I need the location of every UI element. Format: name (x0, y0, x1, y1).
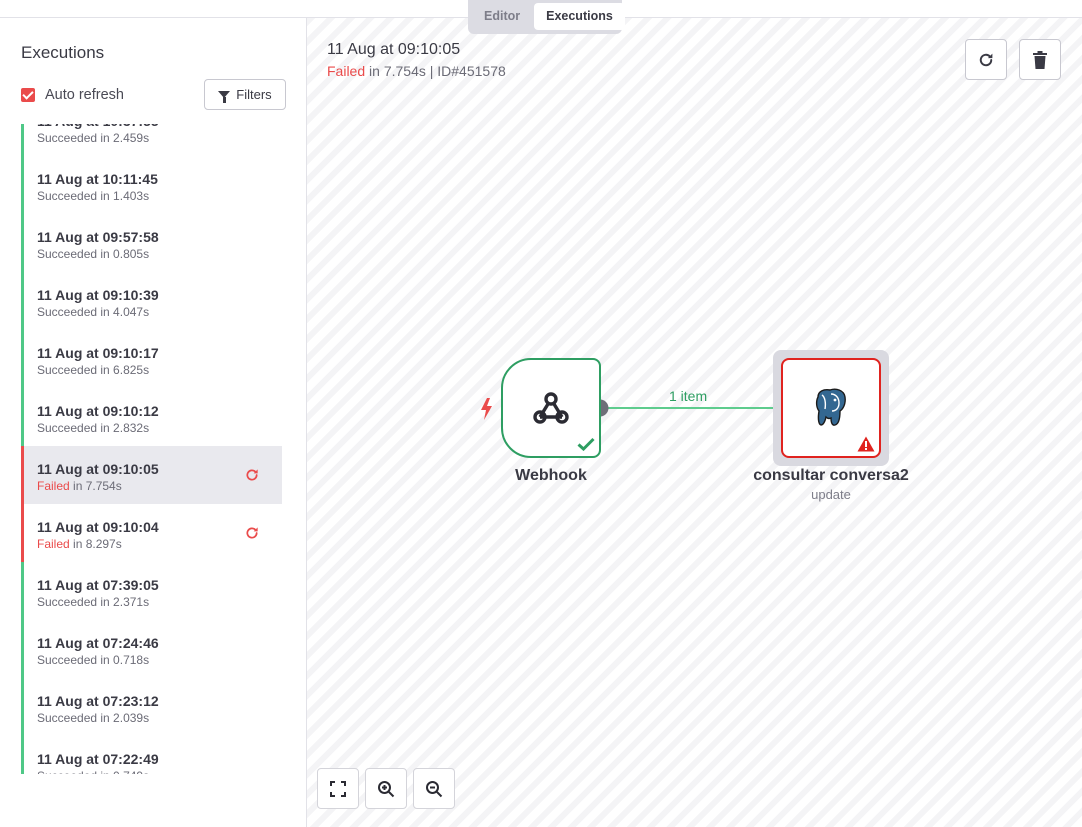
execution-list-item[interactable]: 11 Aug at 09:10:17 Succeeded in 6.825s (21, 330, 282, 388)
warning-triangle-icon (857, 436, 875, 452)
execution-item-date: 11 Aug at 09:57:58 (37, 229, 159, 245)
tab-executions[interactable]: Executions (534, 3, 625, 30)
execution-item-duration: in 2.832s (97, 421, 150, 435)
execution-item-duration: in 6.825s (97, 363, 150, 377)
execution-item-status-word: Succeeded (37, 363, 98, 377)
execution-list-item[interactable]: 11 Aug at 07:22:49Succeeded in 0.749s (21, 736, 282, 774)
execution-item-status-word: Failed (37, 537, 70, 551)
zoom-out-icon (426, 780, 443, 797)
execution-item-status-word: Succeeded (37, 305, 98, 319)
auto-refresh-label: Auto refresh (45, 87, 124, 103)
execution-item-date: 11 Aug at 07:39:05 (37, 577, 159, 593)
execution-item-status: Succeeded in 1.403s (37, 188, 282, 204)
execution-item-duration: in 4.047s (97, 305, 150, 319)
execution-item-status: Succeeded in 2.039s (37, 710, 282, 726)
tab-editor[interactable]: Editor (472, 3, 532, 30)
execution-list-item[interactable]: 11 Aug at 10:11:45 Succeeded in 1.403s (21, 156, 282, 214)
execution-item-status: Succeeded in 2.459s (37, 130, 282, 146)
postgres-node-label: consultar conversa2 (753, 467, 909, 484)
execution-list-item[interactable]: 11 Aug at 07:23:12 Succeeded in 2.039s (21, 678, 282, 736)
success-check-icon (577, 437, 595, 451)
execution-list-item[interactable]: 11 Aug at 10:37:55Succeeded in 2.459s (21, 124, 282, 156)
connection-layer (481, 398, 889, 420)
execution-item-date: 11 Aug at 10:11:45 (37, 171, 158, 187)
execution-item-status: Succeeded in 0.718s (37, 652, 282, 668)
execution-item-duration: in 8.297s (69, 537, 122, 551)
execution-list-item[interactable]: 11 Aug at 09:10:05 Failed in 7.754s (21, 446, 282, 504)
view-tab-switch: Editor Executions (468, 0, 625, 34)
postgres-node[interactable] (781, 358, 881, 458)
execution-item-status-word: Succeeded (37, 711, 98, 725)
webhook-node-label: Webhook (515, 467, 587, 484)
execution-item-status: Succeeded in 0.749s (37, 768, 282, 774)
execution-list-item[interactable]: 11 Aug at 09:10:04 Failed in 8.297s (21, 504, 282, 562)
execution-item-status: Succeeded in 6.825s (37, 362, 282, 378)
auto-refresh-checkbox[interactable] (21, 88, 35, 102)
execution-item-date: 11 Aug at 07:24:46 (37, 635, 159, 651)
execution-list[interactable]: 11 Aug at 10:37:55Succeeded in 2.459s 11 … (0, 124, 307, 774)
execution-item-status: Succeeded in 2.832s (37, 420, 282, 436)
execution-item-duration: in 2.371s (97, 595, 150, 609)
execution-item-date: 11 Aug at 07:23:12 (37, 693, 159, 709)
retry-icon[interactable] (244, 467, 260, 483)
execution-item-status-word: Succeeded (37, 189, 98, 203)
zoom-in-button[interactable] (365, 768, 407, 809)
execution-item-duration: in 1.403s (97, 189, 150, 203)
execution-list-item[interactable]: 11 Aug at 09:10:39 Succeeded in 4.047s (21, 272, 282, 330)
sidebar-title: Executions (21, 43, 105, 62)
execution-item-duration: in 0.805s (97, 247, 150, 261)
auto-refresh-toggle[interactable]: Auto refresh (21, 87, 124, 103)
execution-list-item[interactable]: 11 Aug at 07:39:05 Succeeded in 2.371s (21, 562, 282, 620)
execution-item-date: 11 Aug at 09:10:39 (37, 287, 159, 303)
execution-item-duration: in 0.718s (97, 653, 150, 667)
filters-label: Filters (236, 87, 272, 102)
workflow-canvas[interactable]: 11 Aug at 09:10:05 Failed in 7.754s | ID… (307, 18, 1082, 827)
webhook-node[interactable] (501, 358, 601, 458)
postgres-node-subtitle: update (811, 487, 851, 502)
executions-sidebar: Executions Auto refresh Filters 11 Aug a… (0, 18, 307, 827)
execution-item-duration: in 7.754s (69, 479, 122, 493)
execution-item-duration: in 2.039s (97, 711, 150, 725)
execution-item-date: 11 Aug at 09:10:12 (37, 403, 159, 419)
fit-view-icon (330, 780, 346, 797)
execution-item-status-word: Succeeded (37, 595, 98, 609)
zoom-to-fit-button[interactable] (317, 768, 359, 809)
execution-item-status-word: Succeeded (37, 131, 98, 145)
execution-item-date: 11 Aug at 07:22:49 (37, 751, 159, 767)
connection-item-count: 1 item (669, 388, 708, 404)
filters-button[interactable]: Filters (204, 79, 286, 110)
execution-item-status: Succeeded in 0.805s (37, 246, 282, 262)
execution-list-item[interactable]: 11 Aug at 07:24:46 Succeeded in 0.718s (21, 620, 282, 678)
execution-item-status: Succeeded in 4.047s (37, 304, 282, 320)
retry-icon[interactable] (244, 525, 260, 541)
execution-item-date: 11 Aug at 09:10:17 (37, 345, 159, 361)
execution-item-status-word: Failed (37, 479, 70, 493)
webhook-icon (533, 392, 569, 424)
zoom-in-icon (378, 780, 395, 797)
execution-item-status: Succeeded in 2.371s (37, 594, 282, 610)
execution-list-item[interactable]: 11 Aug at 09:57:58 Succeeded in 0.805s (21, 214, 282, 272)
execution-item-status-word: Succeeded (37, 653, 98, 667)
zoom-out-button[interactable] (413, 768, 455, 809)
execution-item-status-word: Succeeded (37, 769, 97, 774)
filter-icon (218, 91, 231, 103)
postgres-elephant-icon (815, 388, 846, 426)
execution-list-item[interactable]: 11 Aug at 09:10:12 Succeeded in 2.832s (21, 388, 282, 446)
execution-item-status-word: Succeeded (37, 421, 98, 435)
execution-item-duration: in 0.749s (97, 769, 149, 774)
execution-item-status-word: Succeeded (37, 247, 98, 261)
execution-item-duration: in 2.459s (97, 131, 150, 145)
